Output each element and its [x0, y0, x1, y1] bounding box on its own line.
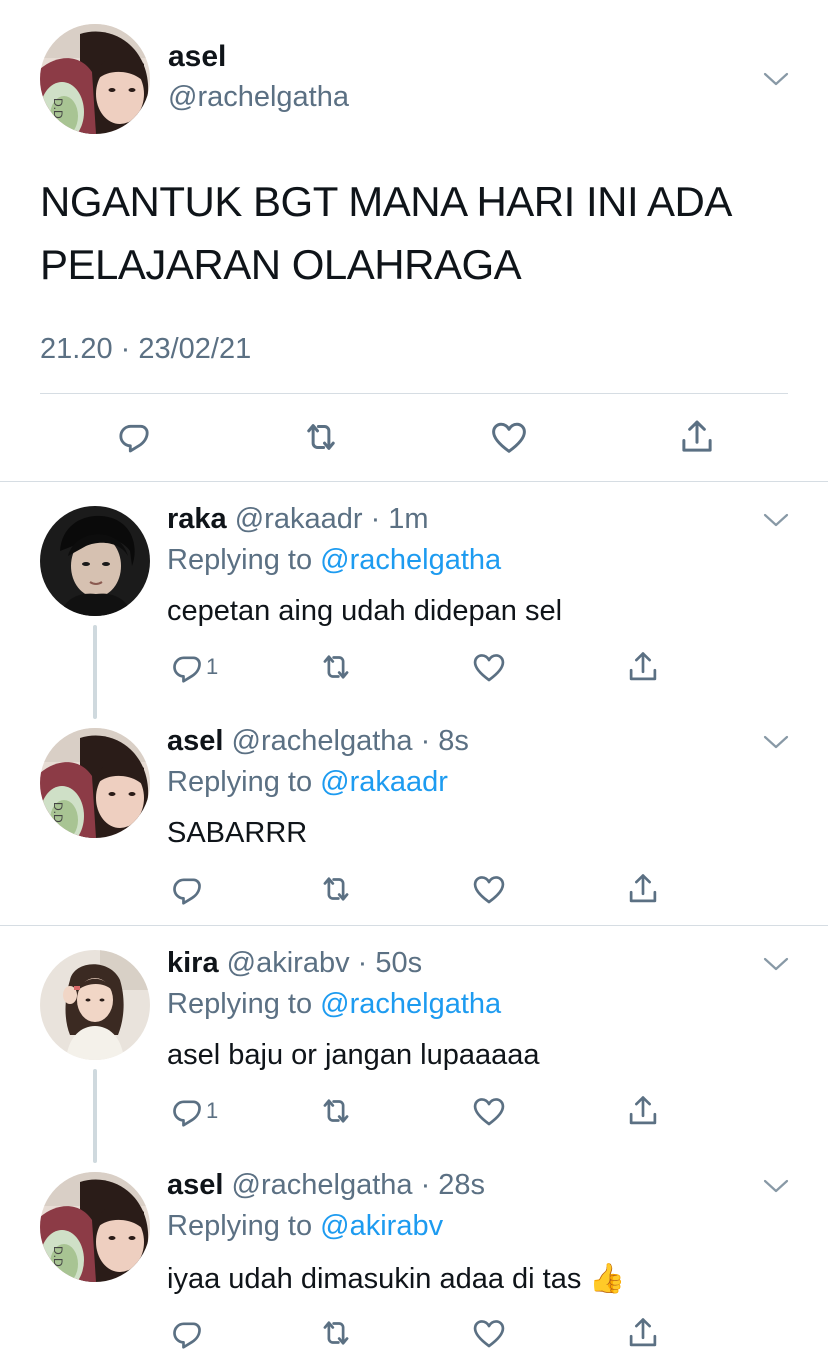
- share-icon[interactable]: [624, 870, 662, 908]
- chevron-down-icon[interactable]: [762, 955, 790, 973]
- reply-time[interactable]: 1m: [388, 503, 428, 535]
- reply-icon[interactable]: [114, 416, 154, 456]
- reply-icon[interactable]: [168, 870, 206, 908]
- replying-to-link[interactable]: @rakaadr: [320, 766, 448, 798]
- reply-header: asel @rachelgatha · 28s: [167, 1169, 485, 1202]
- reply-header: asel @rachelgatha · 8s: [167, 725, 469, 758]
- author-handle[interactable]: @rachelgatha: [168, 81, 349, 114]
- share-icon[interactable]: [624, 1092, 662, 1130]
- reply-icon[interactable]: [168, 1092, 206, 1130]
- reply-header: kira @akirabv · 50s: [167, 947, 422, 980]
- tweet-text: NGANTUK BGT MANA HARI INI ADA PELAJARAN …: [40, 178, 730, 288]
- reply-count: 1: [206, 1098, 219, 1123]
- thread-line: [93, 625, 97, 719]
- chevron-down-icon[interactable]: [762, 511, 790, 529]
- reply-author-name[interactable]: kira: [167, 947, 219, 979]
- avatar[interactable]: [40, 24, 150, 134]
- share-icon[interactable]: [676, 416, 718, 458]
- reply-icon[interactable]: [168, 1314, 206, 1352]
- reply-author-name[interactable]: asel: [167, 725, 223, 757]
- replying-to-link[interactable]: @rachelgatha: [320, 544, 501, 576]
- reply-text-row: iyaa udah dimasukin adaa di tas 👍: [167, 1261, 626, 1296]
- share-icon[interactable]: [624, 1314, 662, 1352]
- divider: [40, 393, 788, 394]
- thumbs-up-emoji: 👍: [589, 1261, 626, 1295]
- reply-author-handle[interactable]: @rakaadr: [235, 503, 363, 535]
- retweet-icon[interactable]: [317, 1092, 355, 1130]
- reply-time[interactable]: 50s: [375, 947, 422, 979]
- reply-author-handle[interactable]: @rachelgatha: [232, 725, 413, 757]
- reply-author-name[interactable]: raka: [167, 503, 227, 535]
- like-icon[interactable]: [470, 648, 508, 686]
- reply-text: iyaa udah dimasukin adaa di tas: [167, 1263, 582, 1295]
- reply-time[interactable]: 8s: [438, 725, 469, 757]
- avatar[interactable]: [40, 728, 150, 838]
- chevron-down-icon[interactable]: [762, 70, 790, 88]
- chevron-down-icon[interactable]: [762, 1177, 790, 1195]
- divider: [0, 481, 828, 482]
- chevron-down-icon[interactable]: [762, 733, 790, 751]
- reply-time[interactable]: 28s: [438, 1169, 485, 1201]
- like-icon[interactable]: [470, 1092, 508, 1130]
- replying-to-link[interactable]: @rachelgatha: [320, 988, 501, 1020]
- share-icon[interactable]: [624, 648, 662, 686]
- avatar[interactable]: [40, 1172, 150, 1282]
- reply-text: cepetan aing udah didepan sel: [167, 595, 563, 627]
- dot-separator: ·: [412, 725, 439, 757]
- like-icon[interactable]: [470, 870, 508, 908]
- replying-to: Replying to @akirabv: [167, 1210, 443, 1243]
- retweet-icon[interactable]: [300, 416, 342, 458]
- replying-to: Replying to @rachelgatha: [167, 988, 501, 1021]
- replying-to-label: Replying to: [167, 988, 313, 1020]
- avatar[interactable]: [40, 506, 150, 616]
- replying-to: Replying to @rachelgatha: [167, 544, 501, 577]
- like-icon[interactable]: [470, 1314, 508, 1352]
- like-icon[interactable]: [488, 416, 530, 458]
- dot-separator: ·: [362, 503, 389, 535]
- tweet-timestamp[interactable]: 21.20 · 23/02/21: [40, 333, 251, 366]
- author-name[interactable]: asel: [168, 40, 226, 74]
- reply-author-handle[interactable]: @rachelgatha: [232, 1169, 413, 1201]
- reply-text: SABARRR: [167, 817, 308, 849]
- retweet-icon[interactable]: [317, 648, 355, 686]
- replying-to-label: Replying to: [167, 766, 313, 798]
- replying-to-label: Replying to: [167, 544, 313, 576]
- dot-separator: ·: [412, 1169, 439, 1201]
- reply-count: 1: [206, 654, 219, 679]
- reply-author-handle[interactable]: @akirabv: [227, 947, 350, 979]
- reply-text: asel baju or jangan lupaaaaa: [167, 1039, 540, 1071]
- divider: [0, 925, 828, 926]
- retweet-icon[interactable]: [317, 1314, 355, 1352]
- replying-to-label: Replying to: [167, 1210, 313, 1242]
- reply-icon[interactable]: [168, 648, 206, 686]
- replying-to: Replying to @rakaadr: [167, 766, 448, 799]
- replying-to-link[interactable]: @akirabv: [320, 1210, 443, 1242]
- reply-header: raka @rakaadr · 1m: [167, 503, 429, 536]
- retweet-icon[interactable]: [317, 870, 355, 908]
- thread-line: [93, 1069, 97, 1163]
- dot-separator: ·: [349, 947, 376, 979]
- reply-author-name[interactable]: asel: [167, 1169, 223, 1201]
- avatar[interactable]: [40, 950, 150, 1060]
